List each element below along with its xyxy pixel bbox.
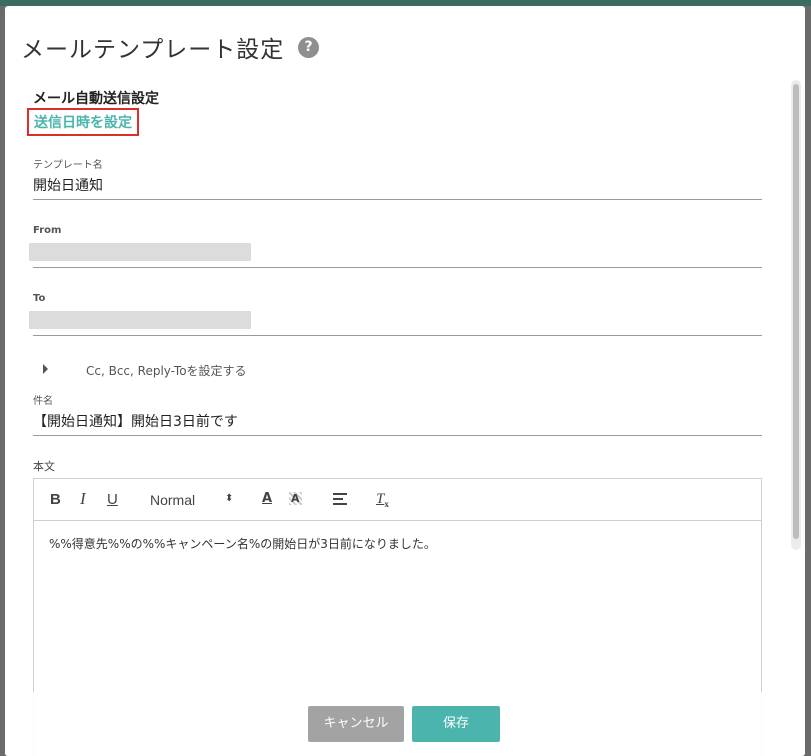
dialog-scrollbar[interactable] <box>791 80 801 550</box>
cancel-button[interactable]: キャンセル <box>308 706 404 742</box>
template-name-label: テンプレート名 <box>33 160 103 171</box>
from-field[interactable]: From <box>29 223 762 268</box>
editor-toolbar: B I U Normal ⬍ A A Tx <box>34 479 761 521</box>
bold-button[interactable]: B <box>50 491 61 508</box>
subject-label: 件名 <box>33 396 53 407</box>
template-name-input[interactable]: 開始日通知 <box>33 175 103 195</box>
from-value-redacted[interactable] <box>29 243 251 261</box>
dialog-title: メールテンプレート設定 <box>21 37 285 63</box>
dialog-footer <box>5 692 805 756</box>
save-button[interactable]: 保存 <box>412 706 500 742</box>
text-color-icon[interactable]: A <box>262 491 272 506</box>
scrollbar-thumb[interactable] <box>793 84 799 539</box>
to-field[interactable]: To <box>29 291 762 336</box>
clear-format-icon[interactable]: Tx <box>376 491 389 509</box>
from-label: From <box>33 225 62 236</box>
editor-content[interactable]: %%得意先%%の%%キャンペーン名%の開始日が3日前になりました。 <box>49 535 436 552</box>
mail-template-dialog: メールテンプレート設定 ? メール自動送信設定 送信日時を設定 テンプレート名 … <box>5 6 805 756</box>
body-label: 本文 <box>33 460 55 473</box>
format-select[interactable]: Normal <box>150 492 195 508</box>
help-icon[interactable]: ? <box>298 37 319 58</box>
underline-button[interactable]: U <box>107 491 118 508</box>
cc-bcc-toggle[interactable]: Cc, Bcc, Reply-Toを設定する <box>86 362 247 379</box>
align-icon[interactable] <box>333 493 347 508</box>
subject-field[interactable]: 件名 【開始日通知】開始日3日前です <box>33 390 762 436</box>
to-value-redacted[interactable] <box>29 311 251 329</box>
subject-input[interactable]: 【開始日通知】開始日3日前です <box>33 411 238 431</box>
to-label: To <box>33 293 46 304</box>
template-name-field[interactable]: テンプレート名 開始日通知 <box>33 154 762 200</box>
auto-send-heading: メール自動送信設定 <box>33 91 159 107</box>
caret-right-icon[interactable] <box>43 364 48 374</box>
italic-button[interactable]: I <box>80 489 86 509</box>
background-color-icon[interactable]: A <box>289 492 302 505</box>
set-send-schedule-link[interactable]: 送信日時を設定 <box>27 108 139 136</box>
format-select-caret-icon[interactable]: ⬍ <box>225 493 233 504</box>
